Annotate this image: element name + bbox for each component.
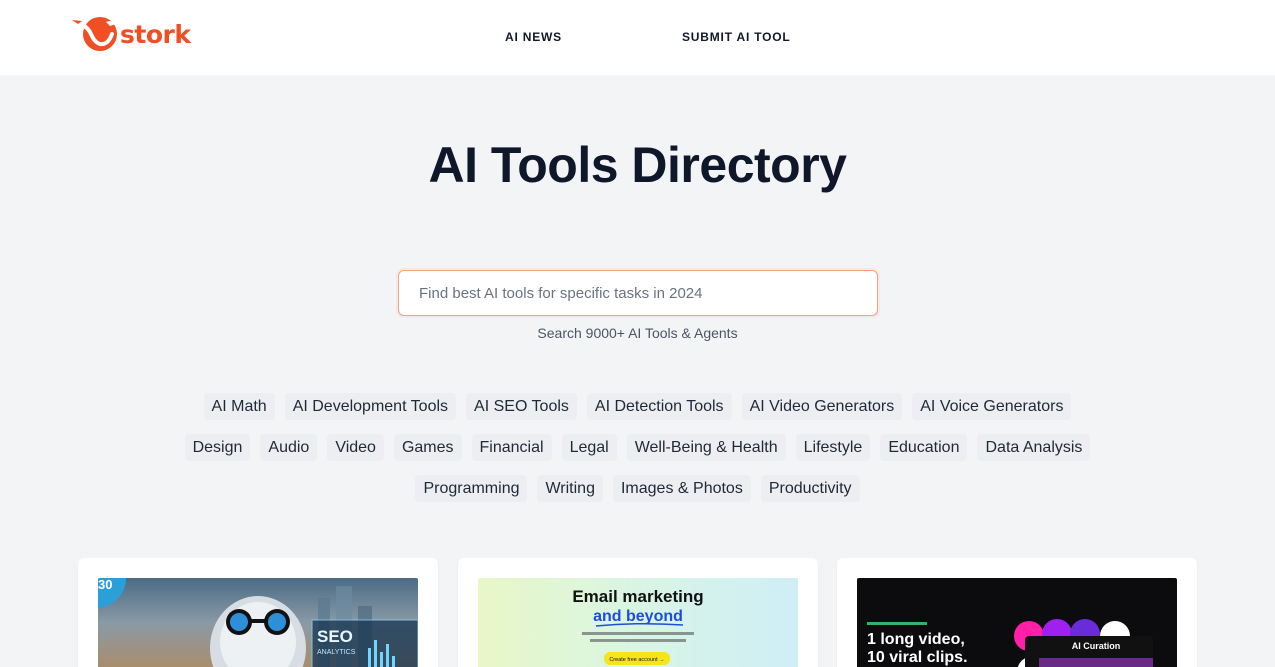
page-title: AI Tools Directory	[428, 137, 847, 193]
tag-ai-development-tools[interactable]: AI Development Tools	[284, 393, 457, 420]
tool-card-image: 30 SEO ANALYTICS	[98, 578, 418, 667]
tool-card-image: Email marketing and beyond Create free a…	[478, 578, 798, 667]
nav-ai-news[interactable]: AI NEWS	[505, 30, 562, 44]
search-input[interactable]	[398, 270, 878, 316]
stork-logo-icon	[70, 17, 117, 51]
tag-financial[interactable]: Financial	[471, 434, 552, 461]
tool-card-3[interactable]: 1 long video, 10 viral clips. AI Curatio…	[837, 558, 1197, 667]
tag-well-being-health[interactable]: Well-Being & Health	[626, 434, 786, 461]
tags-row-3: Programming Writing Images & Photos Prod…	[0, 475, 1275, 502]
tag-design[interactable]: Design	[184, 434, 251, 461]
tag-audio[interactable]: Audio	[260, 434, 318, 461]
logo-text: stork	[120, 19, 191, 49]
tags-row-2: Design Audio Video Games Financial Legal…	[0, 434, 1275, 461]
tag-images-photos[interactable]: Images & Photos	[612, 475, 751, 502]
tag-productivity[interactable]: Productivity	[760, 475, 860, 502]
card-text-seo: SEO	[317, 627, 353, 646]
card-text-and-beyond: and beyond	[593, 608, 683, 625]
tool-card-2[interactable]: Email marketing and beyond Create free a…	[458, 558, 818, 667]
tag-data-analysis[interactable]: Data Analysis	[977, 434, 1091, 461]
card-text-analytics: ANALYTICS	[317, 649, 356, 656]
card-text-30: 30	[98, 578, 112, 592]
tag-ai-voice-generators[interactable]: AI Voice Generators	[912, 393, 1072, 420]
tag-ai-detection-tools[interactable]: AI Detection Tools	[586, 393, 732, 420]
card-text-email-marketing: Email marketing	[572, 587, 703, 606]
tool-card-image: 1 long video, 10 viral clips. AI Curatio…	[857, 578, 1177, 667]
tag-ai-math[interactable]: AI Math	[203, 393, 275, 420]
nav-submit-ai-tool[interactable]: SUBMIT AI TOOL	[682, 30, 791, 44]
tag-games[interactable]: Games	[393, 434, 462, 461]
card-text-cta: Create free account →	[609, 657, 664, 663]
logo-link[interactable]: stork	[70, 14, 191, 54]
tags-row-1: AI Math AI Development Tools AI SEO Tool…	[0, 393, 1275, 420]
tag-ai-seo-tools[interactable]: AI SEO Tools	[466, 393, 577, 420]
card-text-ai-curation: AI Curation	[1072, 641, 1121, 651]
tag-video[interactable]: Video	[327, 434, 384, 461]
tag-writing[interactable]: Writing	[537, 475, 603, 502]
site-header: stork AI NEWS SUBMIT AI TOOL	[0, 0, 1275, 75]
tag-legal[interactable]: Legal	[561, 434, 617, 461]
tag-education[interactable]: Education	[880, 434, 968, 461]
tool-card-1[interactable]: 30 SEO ANALYTICS	[78, 558, 438, 667]
tag-programming[interactable]: Programming	[415, 475, 528, 502]
tag-lifestyle[interactable]: Lifestyle	[795, 434, 871, 461]
tag-ai-video-generators[interactable]: AI Video Generators	[741, 393, 903, 420]
search-subtext: Search 9000+ AI Tools & Agents	[537, 325, 738, 341]
card-text-viral-clips: 10 viral clips.	[867, 649, 968, 666]
card-text-long-video: 1 long video,	[867, 631, 965, 648]
